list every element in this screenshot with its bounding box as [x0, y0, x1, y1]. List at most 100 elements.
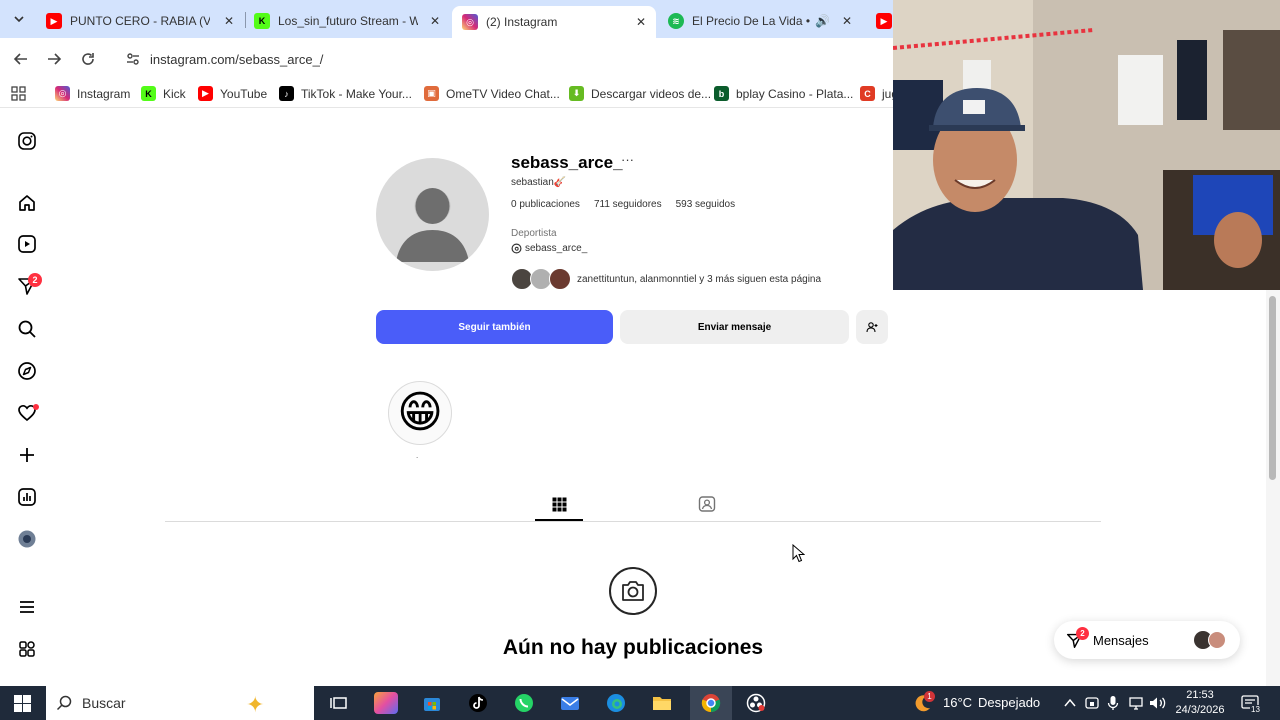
scrollbar-thumb[interactable]	[1269, 296, 1276, 480]
tab-instagram[interactable]: ◎ (2) Instagram ✕	[452, 6, 656, 38]
profile-avatar[interactable]	[376, 158, 489, 271]
weather-badge: 1	[924, 691, 935, 702]
story-highlight[interactable]: 😁	[388, 381, 452, 445]
threads-link[interactable]: sebass_arce_	[511, 243, 587, 254]
chrome-app-icon[interactable]	[690, 686, 732, 720]
windows-start-icon[interactable]	[10, 692, 34, 714]
home-icon[interactable]	[16, 192, 38, 214]
kick-icon: K	[254, 13, 270, 29]
bookmark-ometv[interactable]: ▣ OmeTV Video Chat...	[424, 86, 560, 101]
tab-label: Los_sin_futuro Stream - Wat	[278, 14, 418, 28]
bookmark-bplay[interactable]: b bplay Casino - Plata...	[714, 86, 853, 101]
messages-button[interactable]: 2 Mensajes	[1054, 621, 1240, 659]
highlight-emoji: 😁	[397, 388, 443, 437]
forward-button[interactable]	[42, 47, 66, 71]
url-text: instagram.com/sebass_arce_/	[150, 51, 324, 67]
windows-taskbar: Buscar ✦ 1 16°C Despejado 21:53 24/3/202…	[0, 686, 1280, 720]
close-icon[interactable]: ✕	[430, 14, 440, 28]
messages-label: Mensajes	[1093, 632, 1149, 648]
instagram-icon: ◎	[462, 14, 478, 30]
more-menu-icon[interactable]	[16, 596, 38, 618]
threads-handle: sebass_arce_	[525, 243, 588, 254]
dashboard-icon[interactable]	[16, 486, 38, 508]
bookmark-label: Instagram	[77, 86, 131, 101]
followers-count[interactable]: 711 seguidores	[594, 199, 662, 210]
posts-count: 0 publicaciones	[511, 199, 580, 210]
tab-search-chevron-icon[interactable]	[8, 8, 30, 30]
tab-label: El Precio De La Vida • Pa	[692, 14, 812, 28]
send-message-button[interactable]: Enviar mensaje	[620, 310, 849, 344]
follow-back-button[interactable]: Seguir también	[376, 310, 613, 344]
file-explorer-icon[interactable]	[650, 692, 674, 714]
back-button[interactable]	[9, 47, 33, 71]
copilot-sparkle-icon[interactable]: ✦	[246, 692, 264, 718]
weather-temperature[interactable]: 16°C	[943, 695, 972, 710]
tagged-person-icon	[698, 496, 716, 512]
tab-posts-grid[interactable]	[548, 493, 570, 515]
page-scrollbar[interactable]	[1266, 290, 1280, 686]
task-view-icon[interactable]	[327, 692, 351, 714]
suggested-users-button[interactable]	[856, 310, 888, 344]
search-icon	[56, 695, 72, 711]
messages-badge: 2	[28, 273, 42, 287]
chevron-up-icon[interactable]	[1058, 692, 1082, 714]
close-icon[interactable]: ✕	[636, 15, 646, 29]
bookmark-label: YouTube	[220, 86, 268, 101]
profile-full-name: sebastian🎸	[511, 177, 567, 188]
kick-icon: K	[141, 86, 156, 101]
copilot-app-icon[interactable]	[374, 692, 398, 714]
tab-youtube-partial[interactable]: ▶	[866, 6, 896, 36]
instagram-logo-icon[interactable]	[16, 130, 38, 152]
clock-date: 24/3/2026	[1175, 704, 1225, 716]
microsoft-store-icon[interactable]	[420, 692, 444, 714]
follower-avatar	[549, 268, 571, 290]
bookmark-label: Kick	[163, 86, 186, 101]
tab-el-precio-de-la-vida[interactable]: ≋ El Precio De La Vida • Pa 🔊 ✕	[658, 6, 862, 36]
tabs-divider	[165, 521, 1101, 522]
tab-tagged[interactable]	[696, 493, 718, 515]
bookmark-instagram[interactable]: ◎ Instagram	[55, 86, 130, 101]
bookmark-descargar[interactable]: ⬇ Descargar videos de...	[569, 86, 711, 101]
whatsapp-icon[interactable]	[512, 692, 536, 714]
volume-icon[interactable]	[1146, 692, 1170, 714]
following-count[interactable]: 593 seguidos	[676, 199, 736, 210]
weather-status[interactable]: Despejado	[978, 695, 1040, 710]
tab-punto-cero[interactable]: ▶ PUNTO CERO - RABIA (VIDE ✕	[36, 6, 244, 36]
tab-los-sin-futuro[interactable]: K Los_sin_futuro Stream - Wat ✕	[244, 6, 450, 36]
edge-browser-icon[interactable]	[604, 692, 628, 714]
bookmark-tiktok[interactable]: ♪ TikTok - Make Your...	[279, 86, 412, 101]
spotify-icon: ≋	[668, 13, 684, 29]
reload-button[interactable]	[76, 47, 100, 71]
site-settings-icon[interactable]	[118, 51, 148, 67]
profile-stats: 0 publicaciones 711 seguidores 593 segui…	[511, 199, 735, 210]
threads-icon	[511, 243, 522, 254]
microphone-icon[interactable]	[1101, 692, 1125, 714]
create-plus-icon[interactable]	[16, 444, 38, 466]
tiktok-app-icon[interactable]	[466, 692, 490, 714]
apps-grid-icon[interactable]	[11, 86, 26, 106]
profile-avatar-icon[interactable]	[16, 528, 38, 550]
youtube-icon: ▶	[46, 13, 62, 29]
close-icon[interactable]: ✕	[842, 14, 852, 28]
profile-category: Deportista	[511, 228, 557, 239]
close-icon[interactable]: ✕	[224, 14, 234, 28]
bookmark-kick[interactable]: K Kick	[141, 86, 186, 101]
explore-icon[interactable]	[16, 360, 38, 382]
speaker-icon[interactable]: 🔊	[815, 14, 830, 28]
bookmark-youtube[interactable]: ▶ YouTube	[198, 86, 267, 101]
instagram-icon: ◎	[55, 86, 70, 101]
network-icon[interactable]	[1124, 692, 1148, 714]
notification-dot	[33, 404, 39, 410]
taskbar-clock[interactable]: 21:53 24/3/2026	[1172, 688, 1228, 718]
more-options-icon[interactable]: ···	[621, 152, 634, 167]
followed-by-row[interactable]: zanettituntun, alanmonntiel y 3 más sigu…	[511, 267, 821, 291]
reels-icon[interactable]	[16, 233, 38, 255]
mail-app-icon[interactable]	[558, 692, 582, 714]
search-icon[interactable]	[16, 318, 38, 340]
grid-icon	[552, 497, 566, 511]
obs-recording-icon[interactable]	[744, 692, 768, 714]
bplay-icon: b	[714, 86, 729, 101]
bookmark-label: bplay Casino - Plata...	[736, 86, 854, 101]
mouse-cursor-icon	[792, 544, 805, 563]
taskbar-search[interactable]: Buscar ✦	[46, 686, 314, 720]
